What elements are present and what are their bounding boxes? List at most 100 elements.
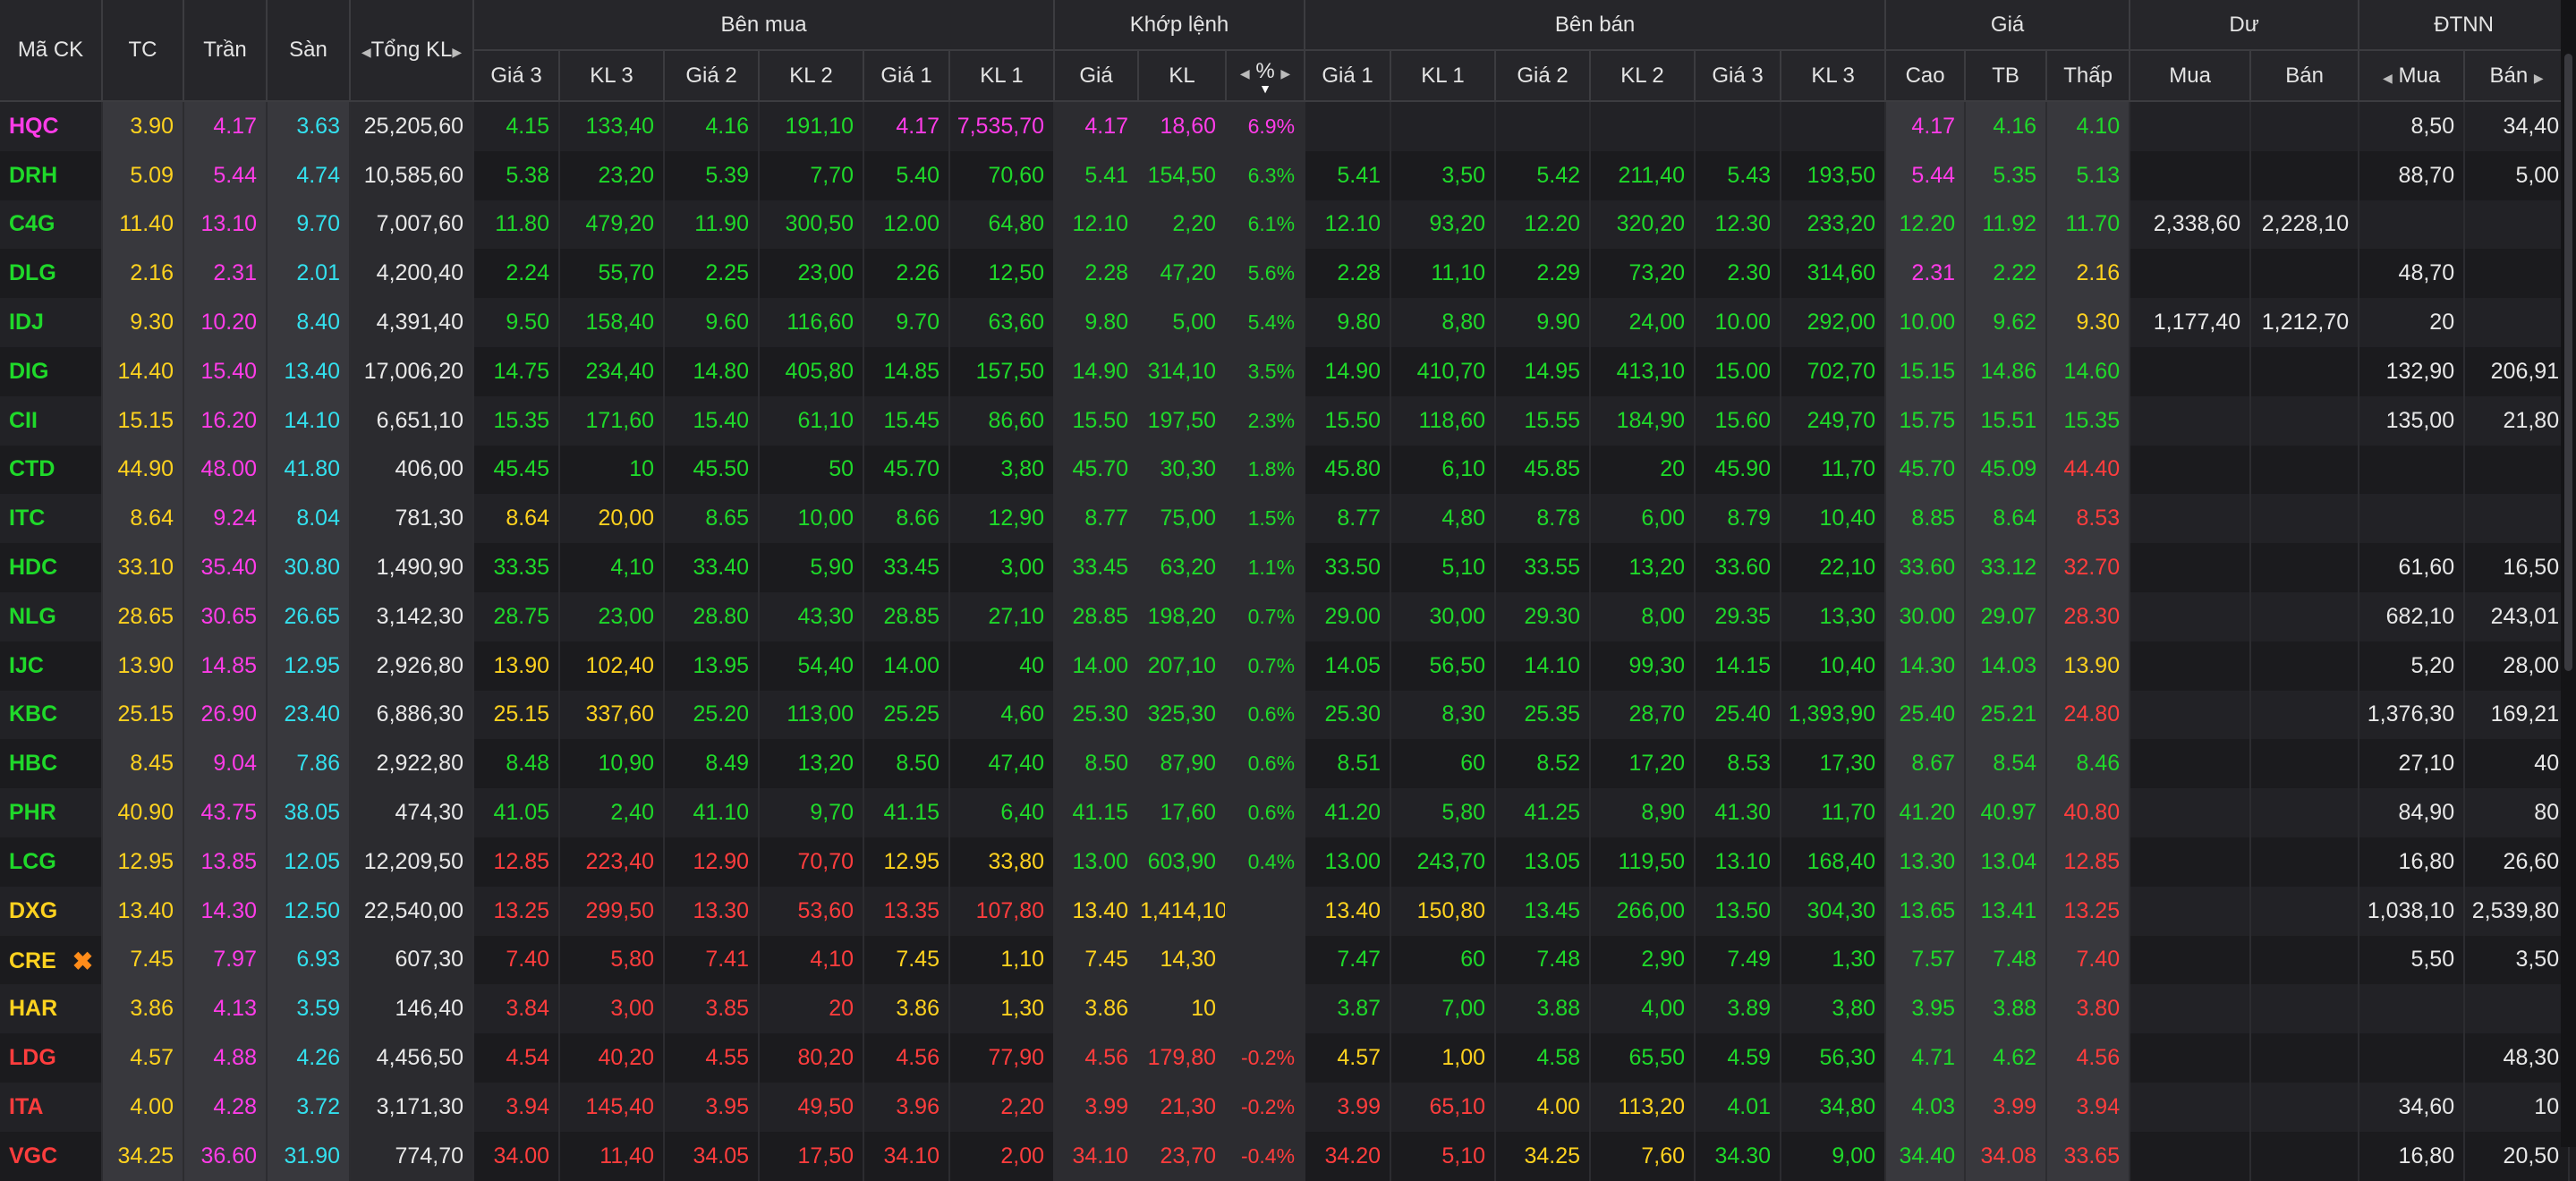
header-buy-price-3[interactable]: Giá 3 — [473, 50, 560, 102]
sell-price-3-cell[interactable]: 25.40 — [1695, 690, 1782, 740]
symbol-label[interactable]: DRH — [9, 163, 57, 188]
sell-price-2-cell[interactable]: 13.45 — [1495, 886, 1592, 936]
sell-price-2-cell[interactable]: 13.05 — [1495, 837, 1592, 887]
table-row[interactable]: DRH 5.09 5.44 4.74 10,585,60 5.38 23,20 5.39 7,7… — [0, 150, 2571, 200]
buy-price-3-cell[interactable]: 34.00 — [473, 1131, 560, 1181]
buy-price-3-cell[interactable]: 8.48 — [473, 739, 560, 789]
buy-price-1-cell[interactable]: 12.95 — [863, 837, 950, 887]
sell-price-3-cell[interactable]: 13.50 — [1695, 886, 1782, 936]
header-avg[interactable]: TB — [1965, 50, 2048, 102]
header-buy-vol-3[interactable]: KL 3 — [559, 50, 665, 102]
sell-price-3-cell[interactable]: 14.15 — [1695, 641, 1782, 691]
buy-price-1-cell[interactable]: 33.45 — [863, 543, 950, 592]
symbol-label[interactable]: DLG — [9, 260, 56, 285]
buy-price-1-cell[interactable]: 5.40 — [863, 150, 950, 200]
buy-price-1-cell[interactable]: 4.56 — [863, 1033, 950, 1083]
buy-price-2-cell[interactable]: 28.80 — [664, 591, 760, 641]
caret-right-icon[interactable]: ▶ — [1280, 66, 1290, 81]
table-row[interactable]: DIG 14.40 15.40 13.40 17,006,20 14.75 234,40 14… — [0, 346, 2571, 396]
buy-price-2-cell[interactable]: 5.39 — [664, 150, 760, 200]
symbol-label[interactable]: LCG — [9, 849, 56, 874]
sell-price-1-cell[interactable]: 13.40 — [1305, 886, 1392, 936]
sell-price-2-cell[interactable]: 14.95 — [1495, 346, 1592, 396]
symbol-label[interactable]: HQC — [9, 114, 59, 139]
sell-price-3-cell[interactable]: 8.79 — [1695, 494, 1782, 544]
symbol-label[interactable]: DIG — [9, 359, 48, 384]
header-ceil[interactable]: Trần — [183, 0, 268, 102]
sell-price-3-cell[interactable]: 3.89 — [1695, 984, 1782, 1034]
symbol-cell[interactable]: HAR — [0, 984, 103, 1034]
symbol-label[interactable]: DXG — [9, 898, 57, 923]
table-row[interactable]: CRE ✖ 7.45 7.97 6.93 607,30 7.40 5,80 7.41 4,10 7.… — [0, 935, 2571, 985]
symbol-label[interactable]: CII — [9, 408, 38, 433]
buy-price-3-cell[interactable]: 8.64 — [473, 494, 560, 544]
buy-price-2-cell[interactable]: 14.80 — [664, 346, 760, 396]
header-match-price[interactable]: Giá — [1054, 50, 1140, 102]
sell-price-3-cell[interactable]: 2.30 — [1695, 249, 1782, 299]
sell-price-3-cell[interactable]: 34.30 — [1695, 1131, 1782, 1181]
header-match-pct[interactable]: ◀ % ▶ ▼ — [1226, 50, 1306, 102]
header-foreign-sell[interactable]: Bán ▶ — [2464, 50, 2571, 102]
table-row[interactable]: NLG 28.65 30.65 26.65 3,142,30 28.75 23,00 28.8… — [0, 591, 2571, 641]
sell-price-2-cell[interactable]: 3.88 — [1495, 984, 1592, 1034]
symbol-label[interactable]: HBC — [9, 751, 57, 776]
buy-price-2-cell[interactable]: 4.16 — [664, 101, 760, 151]
sell-price-2-cell[interactable]: 5.42 — [1495, 150, 1592, 200]
sell-price-1-cell[interactable]: 2.28 — [1305, 249, 1392, 299]
buy-price-2-cell[interactable]: 11.90 — [664, 200, 760, 250]
sell-price-1-cell[interactable]: 7.47 — [1305, 935, 1392, 985]
header-sell-price-3[interactable]: Giá 3 — [1695, 50, 1782, 102]
table-row[interactable]: LDG 4.57 4.88 4.26 4,456,50 4.54 40,20 4.55 80,2… — [0, 1033, 2571, 1083]
symbol-cell[interactable]: NLG — [0, 591, 103, 641]
symbol-label[interactable]: CRE — [9, 948, 56, 973]
buy-price-1-cell[interactable]: 13.35 — [863, 886, 950, 936]
buy-price-1-cell[interactable]: 14.85 — [863, 346, 950, 396]
sell-price-3-cell[interactable]: 15.60 — [1695, 395, 1782, 446]
header-buy-price-2[interactable]: Giá 2 — [664, 50, 760, 102]
buy-price-2-cell[interactable]: 3.85 — [664, 984, 760, 1034]
sell-price-1-cell[interactable]: 8.77 — [1305, 494, 1392, 544]
table-row[interactable]: KBC 25.15 26.90 23.40 6,886,30 25.15 337,60 25.… — [0, 690, 2571, 740]
sell-price-1-cell[interactable]: 29.00 — [1305, 591, 1392, 641]
symbol-label[interactable]: KBC — [9, 701, 57, 726]
caret-left-icon[interactable]: ◀ — [2383, 71, 2393, 85]
sell-price-2-cell[interactable]: 14.10 — [1495, 641, 1592, 691]
buy-price-3-cell[interactable]: 9.50 — [473, 298, 560, 347]
buy-price-2-cell[interactable]: 8.49 — [664, 739, 760, 789]
buy-price-2-cell[interactable]: 45.50 — [664, 445, 760, 495]
buy-price-2-cell[interactable]: 3.95 — [664, 1082, 760, 1132]
table-row[interactable]: ITC 8.64 9.24 8.04 781,30 8.64 20,00 8.65 10,00 8… — [0, 494, 2571, 544]
sell-price-3-cell[interactable]: 45.90 — [1695, 445, 1782, 495]
table-row[interactable]: CII 15.15 16.20 14.10 6,651,10 15.35 171,60 15.… — [0, 395, 2571, 446]
table-row[interactable]: HQC 3.90 4.17 3.63 25,205,60 4.15 133,40 4.16 19… — [0, 101, 2571, 151]
sell-price-1-cell[interactable]: 14.90 — [1305, 346, 1392, 396]
sell-price-3-cell[interactable]: 5.43 — [1695, 150, 1782, 200]
table-row[interactable]: IJC 13.90 14.85 12.95 2,926,80 13.90 102,40 13.… — [0, 641, 2571, 691]
sell-price-3-cell[interactable]: 7.49 — [1695, 935, 1782, 985]
buy-price-2-cell[interactable]: 15.40 — [664, 395, 760, 446]
sell-price-2-cell[interactable]: 4.00 — [1495, 1082, 1592, 1132]
sell-price-1-cell[interactable]: 15.50 — [1305, 395, 1392, 446]
buy-price-1-cell[interactable]: 14.00 — [863, 641, 950, 691]
sort-desc-icon[interactable]: ▼ — [1228, 82, 1303, 95]
header-buy-vol-2[interactable]: KL 2 — [759, 50, 864, 102]
symbol-cell[interactable]: LDG — [0, 1033, 103, 1083]
header-match-vol[interactable]: KL — [1138, 50, 1228, 102]
sell-price-2-cell[interactable]: 25.35 — [1495, 690, 1592, 740]
table-row[interactable]: HAR 3.86 4.13 3.59 146,40 3.84 3,00 3.85 20 3.86 1… — [0, 984, 2571, 1034]
buy-price-3-cell[interactable]: 5.38 — [473, 150, 560, 200]
table-row[interactable]: DXG 13.40 14.30 12.50 22,540,00 13.25 299,50 13… — [0, 886, 2571, 936]
buy-price-3-cell[interactable]: 12.85 — [473, 837, 560, 887]
symbol-cell[interactable]: VGC — [0, 1131, 103, 1181]
buy-price-3-cell[interactable]: 2.24 — [473, 249, 560, 299]
sell-price-1-cell[interactable]: 3.87 — [1305, 984, 1392, 1034]
sell-price-1-cell[interactable]: 33.50 — [1305, 543, 1392, 592]
header-buy-vol-1[interactable]: KL 1 — [949, 50, 1056, 102]
buy-price-3-cell[interactable]: 3.94 — [473, 1082, 560, 1132]
sell-price-3-cell[interactable]: 13.10 — [1695, 837, 1782, 887]
buy-price-3-cell[interactable]: 28.75 — [473, 591, 560, 641]
sell-price-3-cell[interactable] — [1695, 101, 1782, 151]
buy-price-3-cell[interactable]: 14.75 — [473, 346, 560, 396]
symbol-label[interactable]: ITC — [9, 506, 45, 531]
symbol-cell[interactable]: HQC — [0, 101, 103, 151]
